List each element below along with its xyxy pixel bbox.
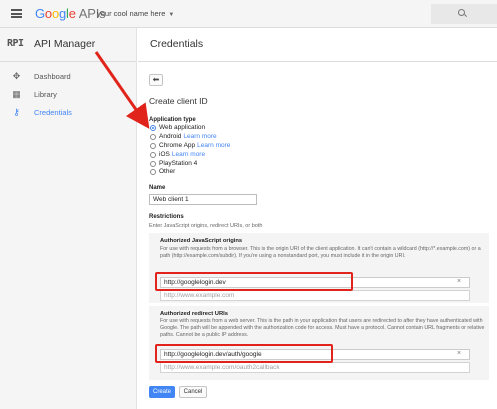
annotation-arrow — [94, 51, 150, 129]
arrow-line — [94, 51, 150, 129]
